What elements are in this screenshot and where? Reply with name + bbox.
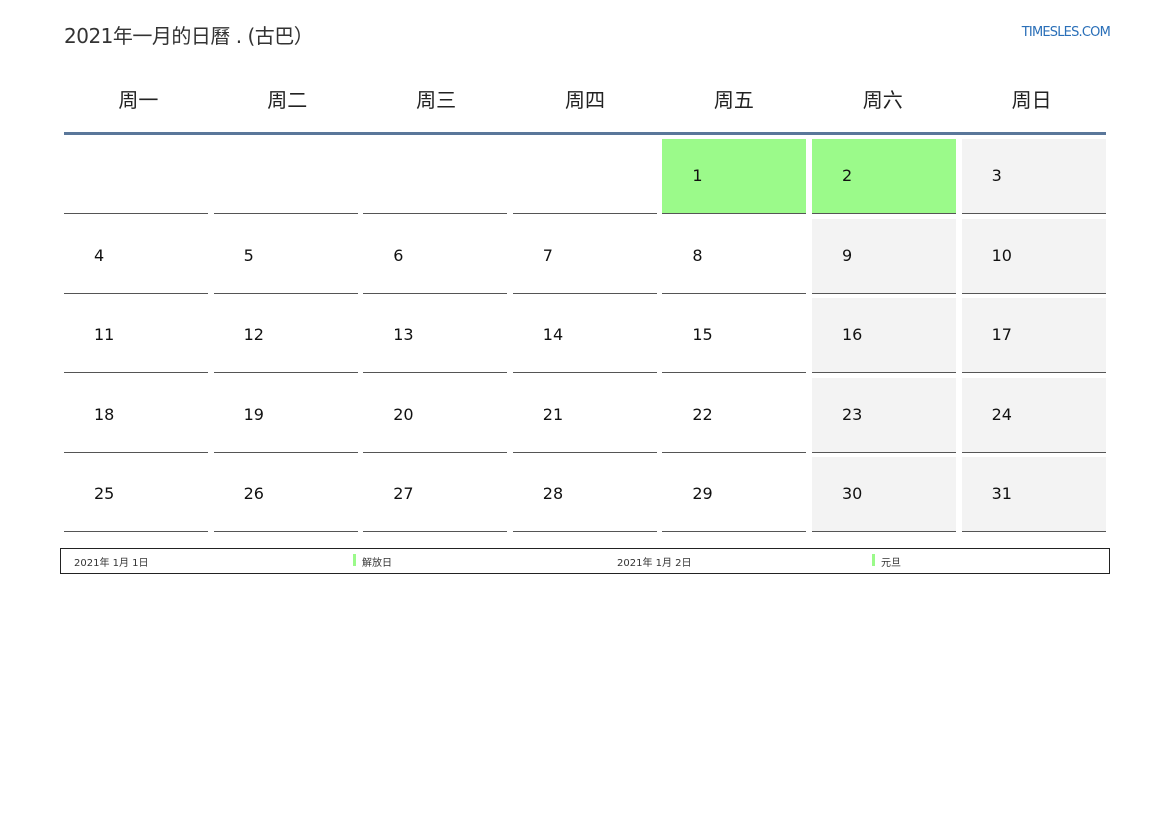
day-cell-16[interactable]: 16 (811, 298, 956, 374)
day-number: 5 (243, 245, 254, 265)
day-number: 8 (692, 245, 703, 265)
day-cell-12[interactable]: 12 (213, 298, 358, 374)
holiday-color-marker (353, 554, 356, 566)
day-cell-29[interactable]: 29 (662, 457, 807, 533)
weekday-tuesday: 周二 (267, 88, 308, 112)
day-cell-1[interactable]: 1 (662, 139, 807, 214)
day-cell-7[interactable]: 7 (512, 218, 657, 294)
calendar-grid: 1 2 3 4 5 6 7 8 9 10 11 12 13 14 15 16 17 18 19 20 21 22 23 24 2… (64, 139, 1106, 533)
holiday-color-marker (872, 554, 875, 566)
page-title: 2021年一月的日曆 . (古巴） (64, 24, 314, 48)
empty-day-cell (512, 139, 657, 214)
weekday-header-row: 周一 周二 周三 周四 周五 周六 周日 (64, 72, 1106, 135)
day-number: 29 (692, 484, 713, 504)
weekday-wednesday: 周三 (416, 88, 457, 112)
empty-day-cell (213, 139, 358, 214)
day-cell-4[interactable]: 4 (64, 218, 208, 294)
empty-day-cell (363, 139, 508, 214)
day-number: 24 (991, 404, 1012, 424)
weekday-saturday: 周六 (862, 88, 903, 112)
day-number: 7 (542, 245, 553, 265)
day-number: 22 (692, 404, 713, 424)
day-cell-18[interactable]: 18 (64, 377, 208, 453)
day-cell-9[interactable]: 9 (811, 218, 956, 294)
day-cell-11[interactable]: 11 (64, 298, 208, 374)
day-cell-19[interactable]: 19 (213, 377, 358, 453)
site-link[interactable]: TIMESLES.COM (1022, 25, 1111, 40)
day-number: 3 (991, 166, 1002, 185)
weekday-friday: 周五 (713, 88, 754, 112)
weekday-thursday: 周四 (565, 88, 605, 112)
day-cell-17[interactable]: 17 (961, 298, 1106, 374)
day-cell-25[interactable]: 25 (64, 457, 208, 533)
day-cell-28[interactable]: 28 (512, 457, 657, 533)
day-number: 16 (841, 325, 863, 345)
holiday-name-2: 元旦 (881, 558, 901, 569)
day-number: 26 (243, 484, 264, 504)
day-cell-31[interactable]: 31 (961, 457, 1106, 533)
day-number: 12 (243, 325, 264, 345)
day-number: 1 (692, 166, 703, 185)
day-number: 30 (841, 484, 863, 504)
day-number: 2 (841, 166, 853, 185)
day-number: 14 (542, 325, 564, 345)
day-number: 13 (393, 325, 414, 345)
day-number: 18 (94, 404, 115, 424)
day-cell-5[interactable]: 5 (213, 218, 358, 294)
day-number: 9 (841, 245, 853, 265)
day-number: 10 (991, 245, 1012, 265)
day-cell-15[interactable]: 15 (662, 298, 807, 374)
weekday-sunday: 周日 (1011, 88, 1052, 112)
day-cell-27[interactable]: 27 (363, 457, 508, 533)
day-number: 4 (94, 245, 105, 265)
day-cell-20[interactable]: 20 (363, 377, 508, 453)
day-cell-30[interactable]: 30 (811, 457, 956, 533)
day-number: 25 (94, 484, 115, 504)
day-cell-23[interactable]: 23 (811, 377, 956, 453)
day-number: 15 (692, 325, 713, 345)
day-cell-24[interactable]: 24 (961, 377, 1106, 453)
day-number: 20 (393, 404, 414, 424)
day-number: 19 (243, 404, 264, 424)
holiday-legend: 2021年 1月 1日 解放日 2021年 1月 2日 元旦 (60, 548, 1110, 574)
day-cell-26[interactable]: 26 (213, 457, 358, 533)
day-number: 17 (991, 325, 1012, 345)
day-cell-21[interactable]: 21 (512, 377, 657, 453)
day-number: 28 (542, 484, 564, 504)
day-cell-13[interactable]: 13 (363, 298, 508, 374)
day-number: 23 (841, 404, 863, 424)
empty-day-cell (64, 139, 208, 214)
day-number: 6 (393, 245, 404, 265)
day-number: 31 (991, 484, 1012, 504)
holiday-name-1: 解放日 (362, 558, 392, 569)
day-cell-22[interactable]: 22 (662, 377, 807, 453)
day-cell-3[interactable]: 3 (961, 139, 1106, 214)
day-cell-10[interactable]: 10 (961, 218, 1106, 294)
day-cell-14[interactable]: 14 (512, 298, 657, 374)
holiday-date-2: 2021年 1月 2日 (617, 558, 692, 569)
day-cell-6[interactable]: 6 (363, 218, 508, 294)
holiday-date-1: 2021年 1月 1日 (74, 558, 149, 569)
day-cell-2[interactable]: 2 (811, 139, 956, 214)
day-number: 11 (94, 325, 115, 345)
day-number: 27 (393, 484, 414, 504)
weekday-monday: 周一 (118, 88, 159, 112)
day-cell-8[interactable]: 8 (662, 218, 807, 294)
day-number: 21 (542, 404, 564, 424)
